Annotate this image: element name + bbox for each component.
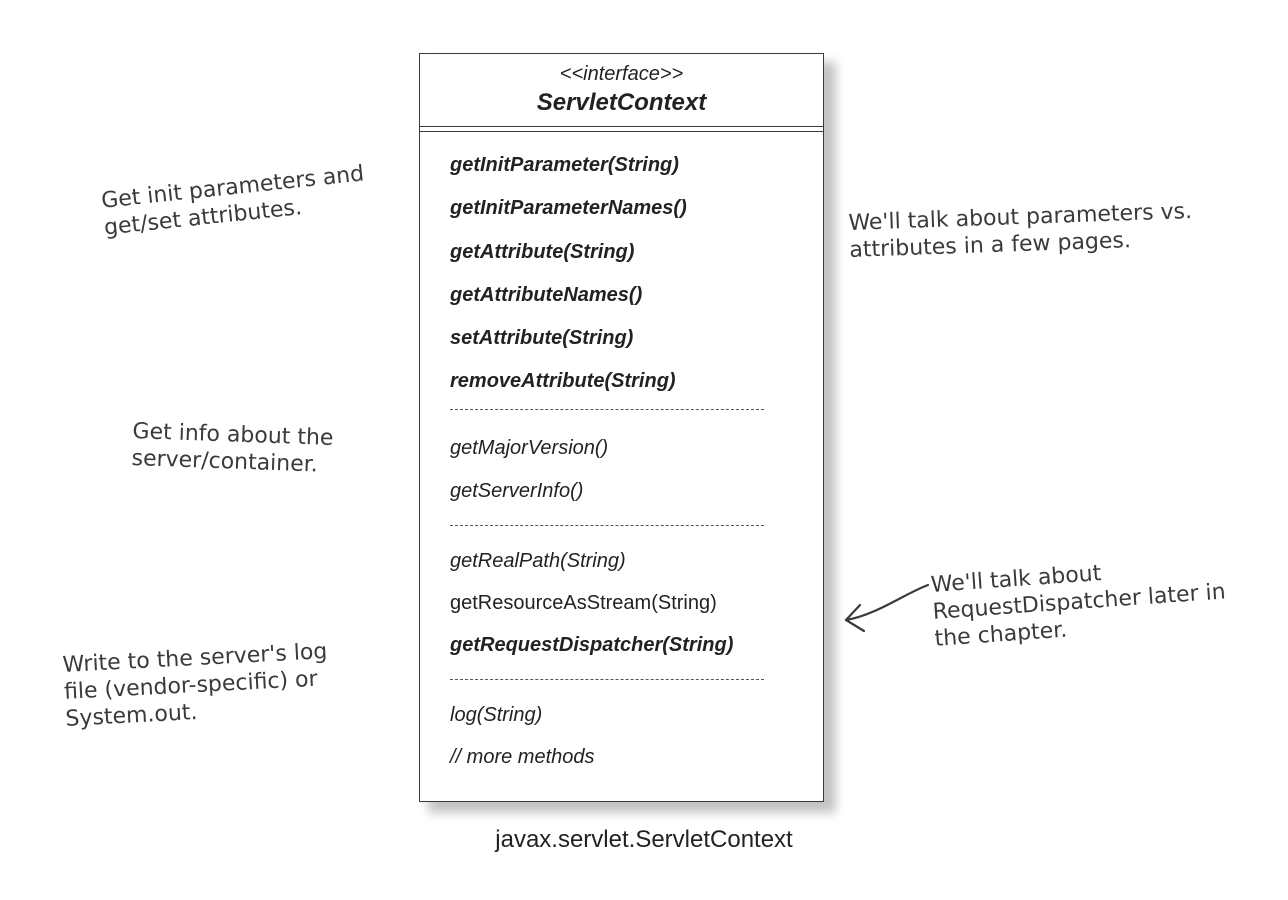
note-init-params: Get init parameters and get/set attribut…: [100, 160, 368, 241]
class-name: ServletContext: [536, 89, 707, 116]
stereotype-label: <<interface>>: [559, 63, 684, 85]
method-get-resource-as-stream: getResourceAsStream(String): [450, 592, 717, 614]
method-get-request-dispatcher: getRequestDispatcher(String): [450, 634, 734, 656]
method-get-server-info: getServerInfo(): [450, 480, 584, 502]
method-log: log(String): [450, 704, 543, 726]
method-set-attribute: setAttribute(String): [450, 327, 634, 349]
note-dispatcher: We'll talk about RequestDispatcher later…: [930, 552, 1228, 653]
method-get-real-path: getRealPath(String): [450, 550, 626, 572]
note-params-vs-attrs: We'll talk about parameters vs. attribut…: [848, 198, 1193, 264]
method-get-major-version: getMajorVersion(): [450, 437, 609, 459]
method-get-init-parameter-names: getInitParameterNames(): [450, 197, 687, 219]
arrow-left-icon: [844, 583, 930, 633]
method-get-init-parameter: getInitParameter(String): [450, 154, 679, 176]
header-divider: [420, 127, 823, 132]
note-log: Write to the server's log file (vendor-s…: [62, 638, 331, 733]
method-remove-attribute: removeAttribute(String): [450, 370, 676, 392]
note-line: server/container.: [131, 445, 319, 478]
class-header: <<interface>> ServletContext: [420, 54, 823, 127]
method-get-attribute-names: getAttributeNames(): [450, 284, 643, 306]
servlet-context-class-box: <<interface>> ServletContext getInitPara…: [419, 53, 824, 802]
class-caption: javax.servlet.ServletContext: [495, 826, 793, 853]
note-server-info: Get info about the server/container.: [131, 418, 334, 479]
method-group-separator: [450, 525, 764, 526]
more-methods-comment: // more methods: [450, 746, 595, 768]
method-group-separator: [450, 409, 764, 410]
method-group-separator: [450, 679, 764, 680]
method-get-attribute: getAttribute(String): [450, 241, 635, 263]
